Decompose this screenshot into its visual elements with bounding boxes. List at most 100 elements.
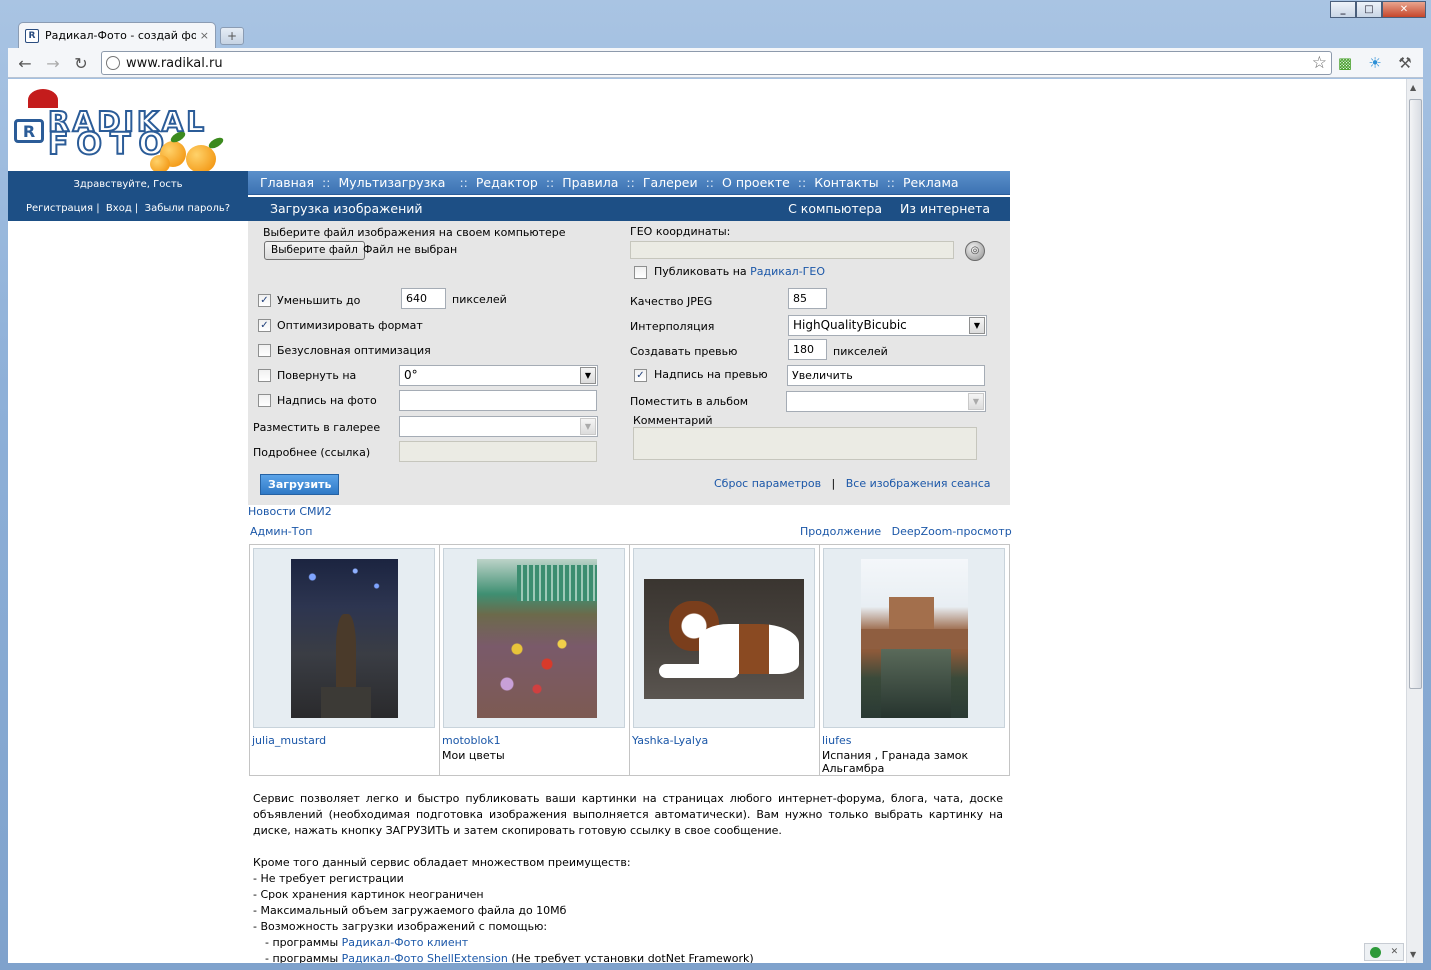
status-bar-widget[interactable]: ✕ xyxy=(1364,943,1404,961)
reset-params-link-text[interactable]: Сброс параметров xyxy=(714,477,821,490)
details-link-label: Подробнее (ссылка) xyxy=(253,446,371,459)
address-bar[interactable]: www.radikal.ru ☆ xyxy=(101,51,1332,75)
rotate-select[interactable]: 0° ▼ xyxy=(399,365,598,386)
admin-top-gallery: julia_mustard motoblok1 Мои цветы Yashka… xyxy=(249,544,1010,776)
author-link[interactable]: liufes xyxy=(822,734,851,747)
page-viewport: R RADIKAL FOTO Здравствуйте, Гость Регис… xyxy=(8,79,1406,963)
resize-input[interactable]: 640 xyxy=(401,288,446,309)
browser-tab[interactable]: R Радикал-Фото - создай фо × xyxy=(18,22,216,48)
rotate-checkbox[interactable] xyxy=(258,369,271,382)
photo-caption-input[interactable] xyxy=(399,390,597,411)
shield-icon xyxy=(1369,946,1381,958)
skype-icon[interactable]: ☀ xyxy=(1365,53,1385,73)
forward-icon[interactable]: → xyxy=(42,53,64,73)
signal-bars-icon[interactable]: ▩ xyxy=(1335,53,1355,73)
radikal-foto-logo[interactable]: R RADIKAL FOTO xyxy=(10,89,250,173)
dog-photo[interactable] xyxy=(644,579,804,699)
night-statue-photo[interactable] xyxy=(291,559,398,718)
comment-label: Комментарий xyxy=(633,414,713,427)
photo-caption-checkbox[interactable] xyxy=(258,394,271,407)
publish-geo-checkbox[interactable] xyxy=(634,266,647,279)
nav-separator: :: xyxy=(705,175,715,190)
shell-extension-link[interactable]: Радикал-Фото ShellExtension xyxy=(342,952,508,963)
back-icon[interactable]: ← xyxy=(14,53,36,73)
tab-from-internet[interactable]: Из интернета xyxy=(900,201,990,216)
force-optimize-checkbox[interactable] xyxy=(258,344,271,357)
jpeg-quality-input[interactable]: 85 xyxy=(788,288,827,309)
tangerine-icon xyxy=(186,145,216,173)
tab-close-icon[interactable]: × xyxy=(200,29,209,42)
register-link[interactable]: Регистрация xyxy=(26,203,93,214)
deepzoom-link[interactable]: DeepZoom-просмотр xyxy=(892,525,1012,538)
close-window-button[interactable]: ✕ xyxy=(1382,1,1426,18)
vertical-scrollbar[interactable]: ▲ ▼ xyxy=(1406,79,1423,963)
nav-galleries[interactable]: Галереи xyxy=(643,175,698,190)
tab-from-computer[interactable]: С компьютера xyxy=(788,201,882,216)
author-link[interactable]: motoblok1 xyxy=(442,734,501,747)
choose-file-label: Выберите файл изображения на своем компь… xyxy=(263,226,566,239)
author-link[interactable]: Yashka-Lyalya xyxy=(632,734,708,747)
resize-label: Уменьшить до xyxy=(277,294,361,307)
window-controls: _ □ ✕ xyxy=(1330,1,1426,18)
maximize-button[interactable]: □ xyxy=(1356,1,1382,18)
continue-link[interactable]: Продолжение xyxy=(800,525,881,538)
interpolation-select[interactable]: HighQualityBicubic ▼ xyxy=(788,315,987,336)
radikal-geo-link[interactable]: Радикал-ГЕО xyxy=(750,265,825,278)
gallery-item[interactable]: motoblok1 Мои цветы xyxy=(440,545,630,775)
geo-label: ГЕО координаты: xyxy=(630,225,731,238)
forgot-password-link[interactable]: Забыли пароль? xyxy=(145,203,230,214)
nav-separator: :: xyxy=(797,175,807,190)
minimize-button[interactable]: _ xyxy=(1330,1,1356,18)
nav-contacts[interactable]: Контакты xyxy=(814,175,878,190)
preview-caption-label: Надпись на превью xyxy=(654,368,768,381)
scroll-up-icon[interactable]: ▲ xyxy=(1410,83,1416,92)
upload-form: Выберите файл изображения на своем компь… xyxy=(248,221,1010,505)
advantage-item: - Возможность загрузки изображений с пом… xyxy=(253,920,548,933)
rotate-label: Повернуть на xyxy=(277,369,357,382)
geo-input[interactable] xyxy=(630,241,954,259)
upload-button[interactable]: Загрузить xyxy=(260,474,340,495)
preview-caption-checkbox[interactable]: ✓ xyxy=(634,369,647,382)
preview-caption-input[interactable]: Увеличить xyxy=(787,365,985,386)
login-link[interactable]: Вход xyxy=(106,203,132,214)
radikal-client-link[interactable]: Радикал-Фото клиент xyxy=(342,936,469,949)
program-prefix: - программы xyxy=(265,952,339,963)
author-link[interactable]: julia_mustard xyxy=(252,734,326,747)
bookmark-star-icon[interactable]: ☆ xyxy=(1312,53,1327,73)
all-session-images-link[interactable]: Все изображения сеанса xyxy=(846,477,991,490)
album-select[interactable]: ▼ xyxy=(786,391,986,412)
nav-rules[interactable]: Правила xyxy=(562,175,618,190)
thumbnail-frame xyxy=(633,548,815,728)
gallery-item[interactable]: julia_mustard xyxy=(250,545,440,775)
details-link-input[interactable] xyxy=(399,441,597,462)
gallery-select[interactable]: ▼ xyxy=(399,416,598,437)
nav-ads[interactable]: Реклама xyxy=(903,175,959,190)
new-tab-button[interactable]: + xyxy=(220,27,244,45)
nav-about[interactable]: О проекте xyxy=(722,175,790,190)
advantage-item: - Не требует регистрации xyxy=(253,872,404,885)
upload-subnav: Загрузка изображений С компьютера Из инт… xyxy=(248,197,1010,221)
admin-top-link[interactable]: Админ-Топ xyxy=(250,525,312,538)
chevron-down-icon: ▼ xyxy=(968,393,984,410)
flowers-photo[interactable] xyxy=(477,559,597,718)
preview-size-input[interactable]: 180 xyxy=(788,339,827,360)
alhambra-photo[interactable] xyxy=(861,559,968,718)
nav-editor[interactable]: Редактор xyxy=(476,175,538,190)
geo-globe-icon[interactable]: ◎ xyxy=(965,241,985,261)
gallery-item[interactable]: liufes Испания , Гранада замок Альгамбра xyxy=(820,545,1011,775)
nav-multiupload[interactable]: Мультизагрузка xyxy=(338,175,445,190)
wrench-icon[interactable]: ⚒ xyxy=(1395,53,1415,73)
scroll-down-icon[interactable]: ▼ xyxy=(1410,950,1416,959)
nav-home[interactable]: Главная xyxy=(260,175,314,190)
scroll-thumb[interactable] xyxy=(1409,99,1422,689)
comment-textarea[interactable] xyxy=(633,427,977,460)
pixels-label: пикселей xyxy=(833,345,888,358)
close-icon[interactable]: ✕ xyxy=(1391,947,1399,957)
optimize-format-checkbox[interactable]: ✓ xyxy=(258,319,271,332)
resize-checkbox[interactable]: ✓ xyxy=(258,294,271,307)
gallery-item[interactable]: Yashka-Lyalya xyxy=(630,545,820,775)
choose-file-button[interactable]: Выберите файл xyxy=(264,241,365,260)
smi2-news-link[interactable]: Новости СМИ2 xyxy=(248,505,332,518)
reload-icon[interactable]: ↻ xyxy=(70,53,92,73)
nav-separator: :: xyxy=(459,175,468,190)
